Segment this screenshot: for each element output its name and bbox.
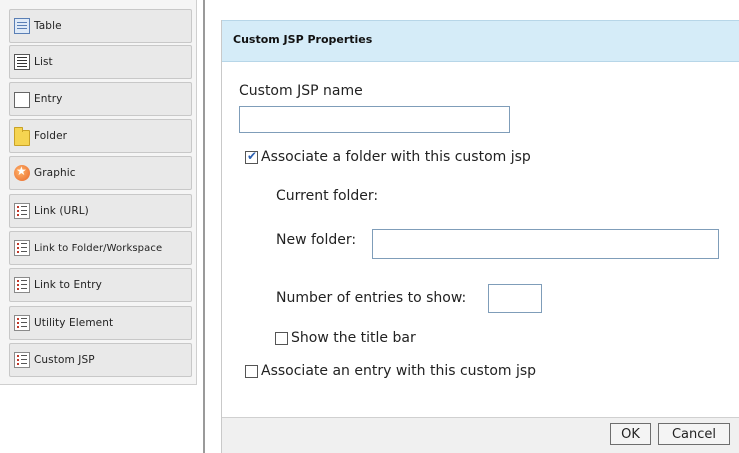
palette-item-folder[interactable]: Folder xyxy=(9,119,192,153)
palette-item-label: Custom JSP xyxy=(34,354,95,366)
assoc-folder-checkbox[interactable]: ✔ xyxy=(245,149,258,164)
palette-item-label: Entry xyxy=(34,93,63,105)
palette-item-link-entry[interactable]: Link to Entry xyxy=(9,268,192,302)
list-icon xyxy=(14,54,30,70)
assoc-entry-label: Associate an entry with this custom jsp xyxy=(261,363,537,379)
palette-item-label: Link (URL) xyxy=(34,205,89,217)
dialog-title: Custom JSP Properties xyxy=(233,33,373,46)
custom-jsp-icon xyxy=(14,352,30,368)
palette-item-custom-jsp[interactable]: Custom JSP xyxy=(9,343,192,377)
custom-jsp-dialog: Custom JSP Properties Custom JSP name ✔ … xyxy=(221,20,739,453)
assoc-folder-label: Associate a folder with this custom jsp xyxy=(261,149,531,165)
show-title-bar-label: Show the title bar xyxy=(291,330,416,346)
vertical-divider xyxy=(203,0,205,453)
dialog-header: Custom JSP Properties xyxy=(222,20,739,62)
folder-icon xyxy=(14,126,30,146)
entry-icon xyxy=(14,92,30,108)
cancel-button[interactable]: Cancel xyxy=(658,423,730,445)
palette-item-utility-element[interactable]: Utility Element xyxy=(9,306,192,340)
palette-item-list[interactable]: List xyxy=(9,45,192,79)
jsp-name-label: Custom JSP name xyxy=(239,83,363,99)
palette-panel: Table List Entry Folder Graphic Link (UR… xyxy=(0,0,197,385)
palette-item-label: List xyxy=(34,56,53,68)
check-mark-icon: ✔ xyxy=(247,149,258,163)
palette-item-label: Folder xyxy=(34,130,68,142)
current-folder-label: Current folder: xyxy=(276,188,379,204)
element-palette: Table List Entry Folder Graphic Link (UR… xyxy=(0,0,203,453)
graphic-icon xyxy=(14,164,30,181)
palette-item-label: Link to Folder/Workspace xyxy=(34,242,163,254)
entries-to-show-input[interactable] xyxy=(488,284,542,313)
palette-item-table[interactable]: Table xyxy=(9,9,192,43)
new-folder-label: New folder: xyxy=(276,232,357,248)
link-url-icon xyxy=(14,203,30,219)
ok-button[interactable]: OK xyxy=(610,423,651,445)
link-entry-icon xyxy=(14,277,30,293)
palette-item-label: Utility Element xyxy=(34,317,114,329)
assoc-entry-checkbox[interactable] xyxy=(245,365,258,378)
table-icon xyxy=(14,18,30,34)
palette-item-graphic[interactable]: Graphic xyxy=(9,156,192,190)
palette-item-label: Graphic xyxy=(34,167,76,179)
utility-element-icon xyxy=(14,315,30,331)
entries-to-show-label: Number of entries to show: xyxy=(276,290,467,306)
palette-item-link-url[interactable]: Link (URL) xyxy=(9,194,192,228)
palette-item-entry[interactable]: Entry xyxy=(9,82,192,116)
show-title-bar-checkbox[interactable] xyxy=(275,332,288,345)
palette-item-link-folder[interactable]: Link to Folder/Workspace xyxy=(9,231,192,265)
jsp-name-input[interactable] xyxy=(239,106,510,133)
palette-item-label: Table xyxy=(34,20,62,32)
palette-item-label: Link to Entry xyxy=(34,279,102,291)
link-folder-icon xyxy=(14,240,30,256)
new-folder-input[interactable] xyxy=(372,229,719,259)
